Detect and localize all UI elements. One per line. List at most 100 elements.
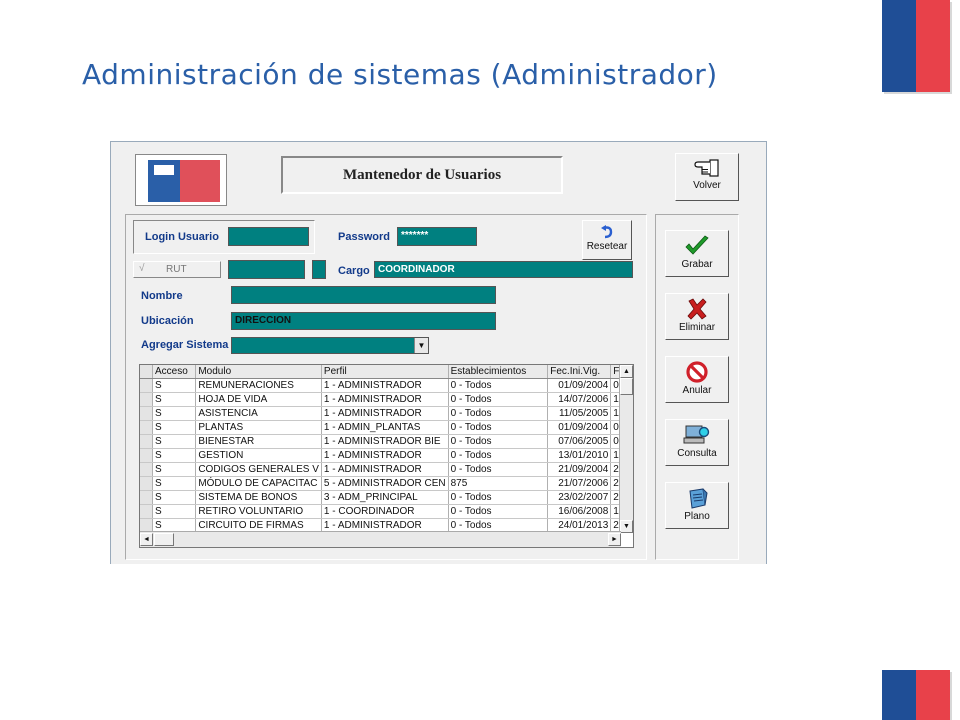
table-row[interactable]: S SISTEMA DE BONOS 3 - ADM_PRINCIPAL 0 - To… [140, 490, 633, 505]
table-cell[interactable]: 875 [448, 476, 549, 491]
eliminar-button[interactable]: Eliminar [665, 293, 729, 340]
table-cell[interactable]: 1 - ADMINISTRADOR BIE [321, 434, 449, 449]
table-row[interactable]: S RETIRO VOLUNTARIO 1 - COORDINADOR 0 - Tod… [140, 504, 633, 519]
row-selector[interactable] [140, 490, 153, 505]
table-cell[interactable]: S [152, 490, 197, 505]
chevron-down-icon[interactable]: ▼ [414, 338, 428, 353]
table-cell[interactable]: 0 - Todos [448, 490, 549, 505]
row-selector[interactable] [140, 448, 153, 463]
table-cell[interactable]: 1 - ADMIN_PLANTAS [321, 420, 449, 435]
rut-input[interactable] [228, 260, 305, 279]
table-cell[interactable]: GESTION [195, 448, 322, 463]
table-cell[interactable]: S [152, 392, 197, 407]
scroll-up-icon[interactable]: ▲ [620, 365, 633, 378]
table-cell[interactable]: 14/07/2006 [547, 392, 612, 407]
table-cell[interactable]: 1 - ADMINISTRADOR [321, 378, 449, 393]
table-cell[interactable]: 01/09/2004 [547, 420, 612, 435]
horizontal-scrollbar[interactable]: ◄ ► [140, 531, 621, 547]
table-row[interactable]: S MÓDULO DE CAPACITAC 5 - ADMINISTRADOR CE… [140, 476, 633, 491]
horizontal-scroll-thumb[interactable] [154, 533, 174, 546]
table-cell[interactable]: S [152, 476, 197, 491]
table-cell[interactable]: HOJA DE VIDA [195, 392, 322, 407]
table-cell[interactable]: SISTEMA DE BONOS [195, 490, 322, 505]
table-cell[interactable]: 0 - Todos [448, 378, 549, 393]
table-cell[interactable]: S [152, 420, 197, 435]
table-row[interactable]: S ASISTENCIA 1 - ADMINISTRADOR 0 - Todos 11/… [140, 406, 633, 421]
table-cell[interactable]: 07/06/2005 [547, 434, 612, 449]
password-input[interactable]: ******* [397, 227, 477, 246]
table-cell[interactable]: ASISTENCIA [195, 406, 322, 421]
table-cell[interactable]: PLANTAS [195, 420, 322, 435]
plano-button[interactable]: Plano [665, 482, 729, 529]
row-selector[interactable] [140, 434, 153, 449]
row-selector[interactable] [140, 392, 153, 407]
anular-button[interactable]: Anular [665, 356, 729, 403]
table-row[interactable]: S HOJA DE VIDA 1 - ADMINISTRADOR 0 - Todos 1… [140, 392, 633, 407]
scroll-left-icon[interactable]: ◄ [140, 533, 153, 546]
col-header-acceso[interactable]: Acceso [152, 365, 197, 379]
table-row[interactable]: S REMUNERACIONES 1 - ADMINISTRADOR 0 - Todo… [140, 378, 633, 393]
row-selector[interactable] [140, 406, 153, 421]
table-row[interactable]: S CODIGOS GENERALES V1 - ADMINISTRADOR 0 -… [140, 462, 633, 477]
table-cell[interactable]: 0 - Todos [448, 462, 549, 477]
scroll-right-icon[interactable]: ► [608, 533, 621, 546]
row-selector[interactable] [140, 476, 153, 491]
table-cell[interactable]: S [152, 504, 197, 519]
table-cell[interactable]: 0 - Todos [448, 406, 549, 421]
table-cell[interactable]: 3 - ADM_PRINCIPAL [321, 490, 449, 505]
table-cell[interactable]: S [152, 462, 197, 477]
table-cell[interactable]: 0 - Todos [448, 420, 549, 435]
col-header-establecimientos[interactable]: Establecimientos [448, 365, 549, 379]
table-cell[interactable]: 21/09/2004 [547, 462, 612, 477]
cargo-input[interactable]: COORDINADOR [374, 261, 633, 278]
table-cell[interactable]: RETIRO VOLUNTARIO [195, 504, 322, 519]
scroll-down-icon[interactable]: ▼ [620, 520, 633, 533]
col-header-perfil[interactable]: Perfil [321, 365, 449, 379]
table-cell[interactable]: 0 - Todos [448, 448, 549, 463]
ubicacion-input[interactable]: DIRECCION [231, 312, 496, 330]
table-row[interactable]: S BIENESTAR 1 - ADMINISTRADOR BIE 0 - Todos… [140, 434, 633, 449]
table-cell[interactable]: CODIGOS GENERALES V [195, 462, 322, 477]
row-selector[interactable] [140, 462, 153, 477]
table-cell[interactable]: 13/01/2010 [547, 448, 612, 463]
col-header-fec-ini-vig[interactable]: Fec.Ini.Vig. [547, 365, 612, 379]
volver-button[interactable]: Volver [675, 153, 739, 201]
rut-dv-input[interactable] [312, 260, 326, 279]
login-input[interactable] [228, 227, 309, 246]
table-row[interactable]: S PLANTAS 1 - ADMIN_PLANTAS 0 - Todos 01/09/… [140, 420, 633, 435]
rut-button[interactable]: √ RUT [133, 261, 221, 278]
agregar-sistema-select[interactable]: ▼ [231, 337, 429, 354]
table-cell[interactable]: 01/09/2004 [547, 378, 612, 393]
col-header-modulo[interactable]: Modulo [195, 365, 322, 379]
table-cell[interactable]: BIENESTAR [195, 434, 322, 449]
vertical-scroll-thumb[interactable] [620, 378, 633, 395]
resetear-button[interactable]: Resetear [582, 220, 632, 260]
consulta-button[interactable]: Consulta [665, 419, 729, 466]
table-cell[interactable]: 1 - COORDINADOR [321, 504, 449, 519]
table-cell[interactable]: MÓDULO DE CAPACITAC [195, 476, 322, 491]
table-cell[interactable]: S [152, 434, 197, 449]
table-cell[interactable]: S [152, 406, 197, 421]
table-cell[interactable]: 21/07/2006 [547, 476, 612, 491]
row-selector[interactable] [140, 420, 153, 435]
table-row[interactable]: S GESTION 1 - ADMINISTRADOR 0 - Todos 13/01/… [140, 448, 633, 463]
table-cell[interactable]: 5 - ADMINISTRADOR CEN [321, 476, 449, 491]
row-selector[interactable] [140, 504, 153, 519]
table-cell[interactable]: 11/05/2005 [547, 406, 612, 421]
table-cell[interactable]: 0 - Todos [448, 434, 549, 449]
table-cell[interactable]: 0 - Todos [448, 504, 549, 519]
table-cell[interactable]: 1 - ADMINISTRADOR [321, 392, 449, 407]
table-cell[interactable]: 16/06/2008 [547, 504, 612, 519]
vertical-scrollbar[interactable]: ▲ ▼ [619, 365, 633, 533]
table-cell[interactable]: 0 - Todos [448, 392, 549, 407]
table-cell[interactable]: 1 - ADMINISTRADOR [321, 448, 449, 463]
table-cell[interactable]: S [152, 378, 197, 393]
table-cell[interactable]: S [152, 448, 197, 463]
row-selector[interactable] [140, 378, 153, 393]
table-cell[interactable]: REMUNERACIONES [195, 378, 322, 393]
grabar-button[interactable]: Grabar [665, 230, 729, 277]
table-cell[interactable]: 1 - ADMINISTRADOR [321, 406, 449, 421]
nombre-input[interactable] [231, 286, 496, 304]
table-cell[interactable]: 1 - ADMINISTRADOR [321, 462, 449, 477]
table-cell[interactable]: 23/02/2007 [547, 490, 612, 505]
